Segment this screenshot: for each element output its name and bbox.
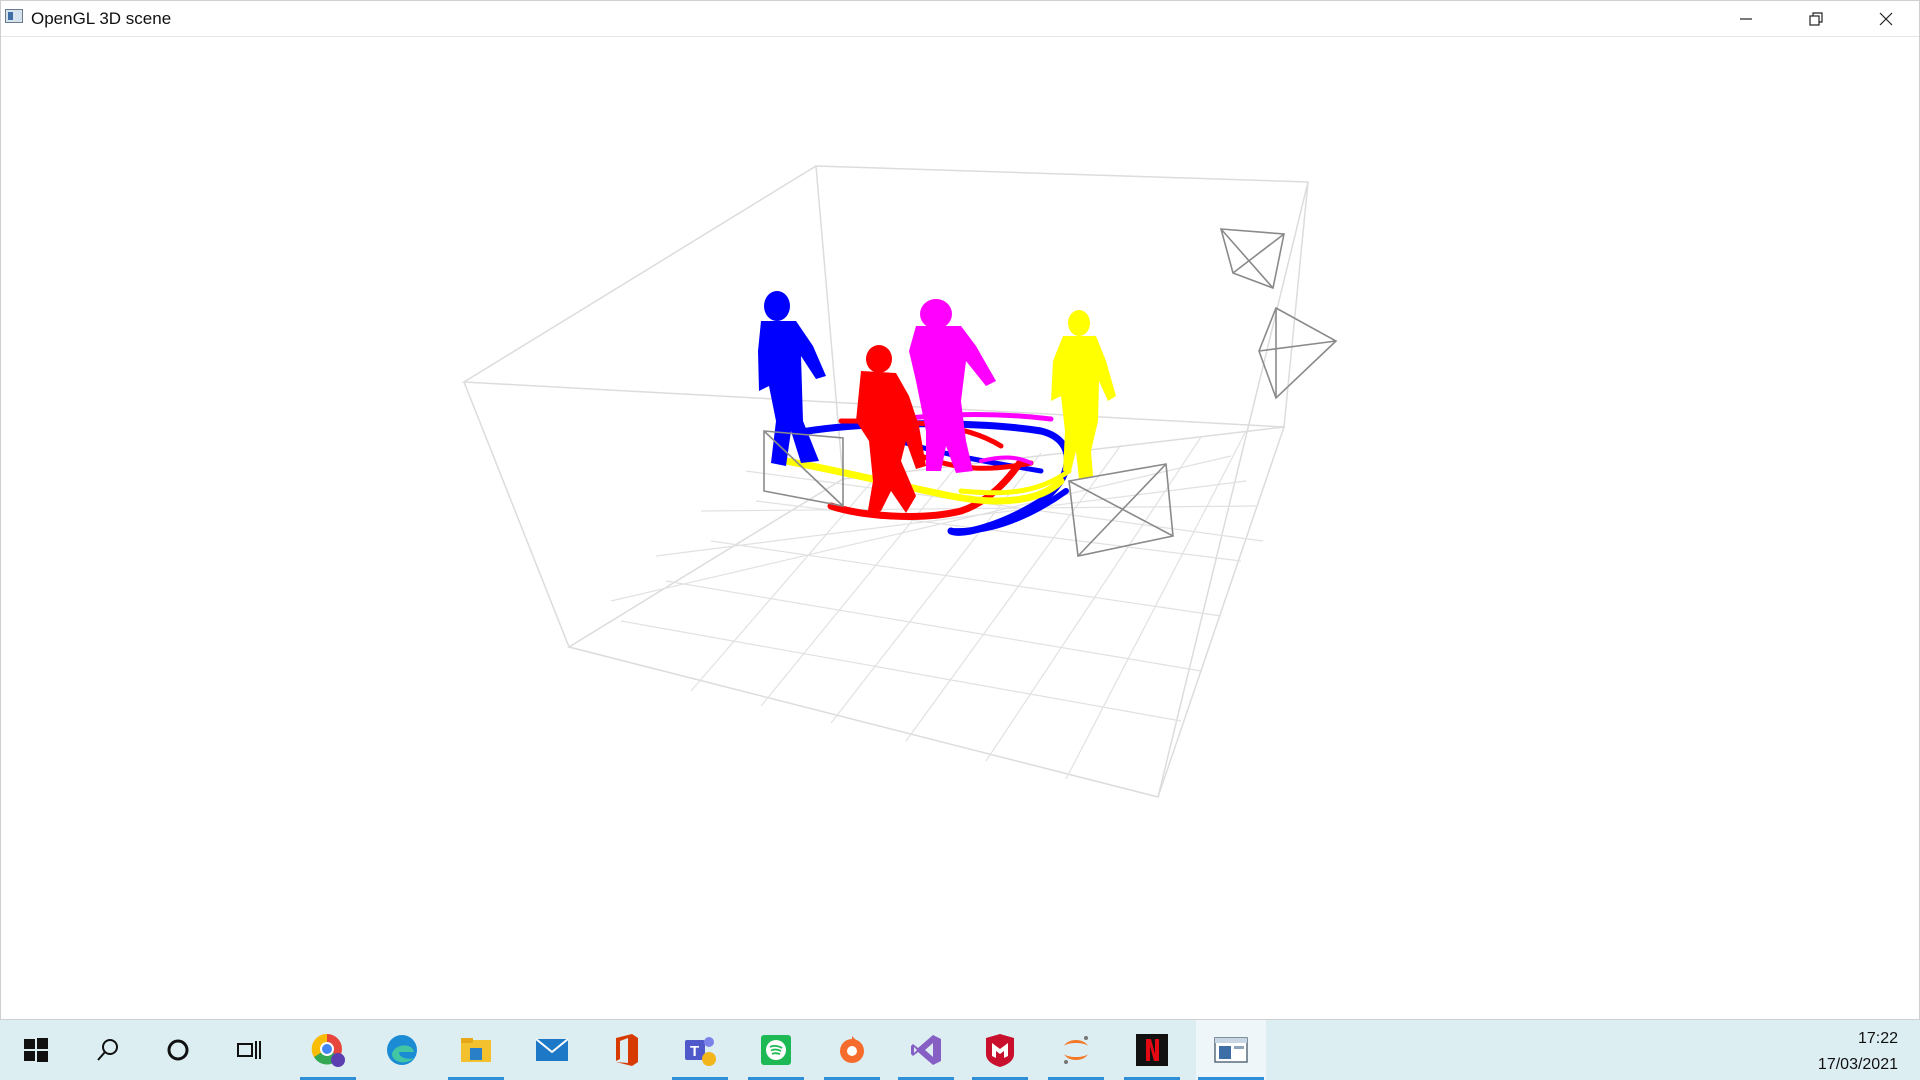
taskbar-opengl-window[interactable] xyxy=(1196,1020,1266,1080)
close-button[interactable] xyxy=(1851,1,1920,36)
chrome-icon xyxy=(311,1033,345,1067)
opengl-3d-scene[interactable] xyxy=(1,37,1919,1019)
system-clock[interactable]: 17:22 17/03/2021 xyxy=(1818,1026,1898,1078)
office-icon xyxy=(616,1034,638,1066)
cortana-button[interactable] xyxy=(148,1020,208,1080)
opengl-window: OpenGL 3D scene xyxy=(0,0,1920,1020)
mail-icon xyxy=(535,1038,569,1061)
search-button[interactable] xyxy=(78,1020,138,1080)
floor-grid xyxy=(610,430,1264,780)
app-window-icon xyxy=(5,9,23,23)
person-blue xyxy=(758,291,826,466)
cortana-icon xyxy=(167,1039,189,1061)
taskbar-file-explorer[interactable] xyxy=(446,1020,506,1080)
taskbar-origin[interactable] xyxy=(822,1020,882,1080)
teams-icon: T xyxy=(685,1037,716,1066)
minimize-button[interactable] xyxy=(1711,1,1781,36)
file-explorer-icon xyxy=(461,1038,491,1062)
window-title: OpenGL 3D scene xyxy=(31,9,172,28)
taskbar-visual-studio[interactable] xyxy=(896,1020,956,1080)
taskbar-spotify[interactable] xyxy=(746,1020,806,1080)
netflix-icon xyxy=(1136,1034,1168,1066)
visual-studio-icon xyxy=(911,1035,941,1065)
taskbar-mcafee[interactable] xyxy=(970,1020,1030,1080)
spotify-icon xyxy=(761,1035,791,1065)
opengl-window-icon xyxy=(1214,1037,1248,1063)
origin-icon xyxy=(840,1036,864,1063)
task-view-icon xyxy=(237,1041,261,1059)
start-button[interactable] xyxy=(6,1020,66,1080)
mcafee-icon xyxy=(986,1034,1014,1067)
task-view-button[interactable] xyxy=(220,1020,280,1080)
svg-text:T: T xyxy=(690,1043,699,1060)
taskbar-edge[interactable] xyxy=(372,1020,432,1080)
taskbar: T 17:22 17/03/2021 xyxy=(0,1020,1920,1080)
minimize-icon xyxy=(1740,17,1752,20)
restore-button[interactable] xyxy=(1781,1,1851,36)
close-icon xyxy=(1879,12,1893,25)
title-bar[interactable]: OpenGL 3D scene xyxy=(1,1,1919,37)
clock-time: 17:22 xyxy=(1857,1030,1898,1047)
taskbar-office[interactable] xyxy=(596,1020,656,1080)
edge-icon xyxy=(387,1035,417,1065)
taskbar-chrome[interactable] xyxy=(298,1020,358,1080)
taskbar-netflix[interactable] xyxy=(1122,1020,1182,1080)
clock-date: 17/03/2021 xyxy=(1817,1056,1898,1073)
taskbar-mail[interactable] xyxy=(522,1020,582,1080)
scene-canvas xyxy=(461,165,1338,798)
search-icon xyxy=(97,1039,118,1061)
start-icon xyxy=(24,1038,48,1062)
jupyter-icon xyxy=(1064,1036,1088,1064)
restore-icon xyxy=(1809,11,1823,26)
taskbar-jupyter[interactable] xyxy=(1046,1020,1106,1080)
taskbar-teams[interactable]: T xyxy=(670,1020,730,1080)
